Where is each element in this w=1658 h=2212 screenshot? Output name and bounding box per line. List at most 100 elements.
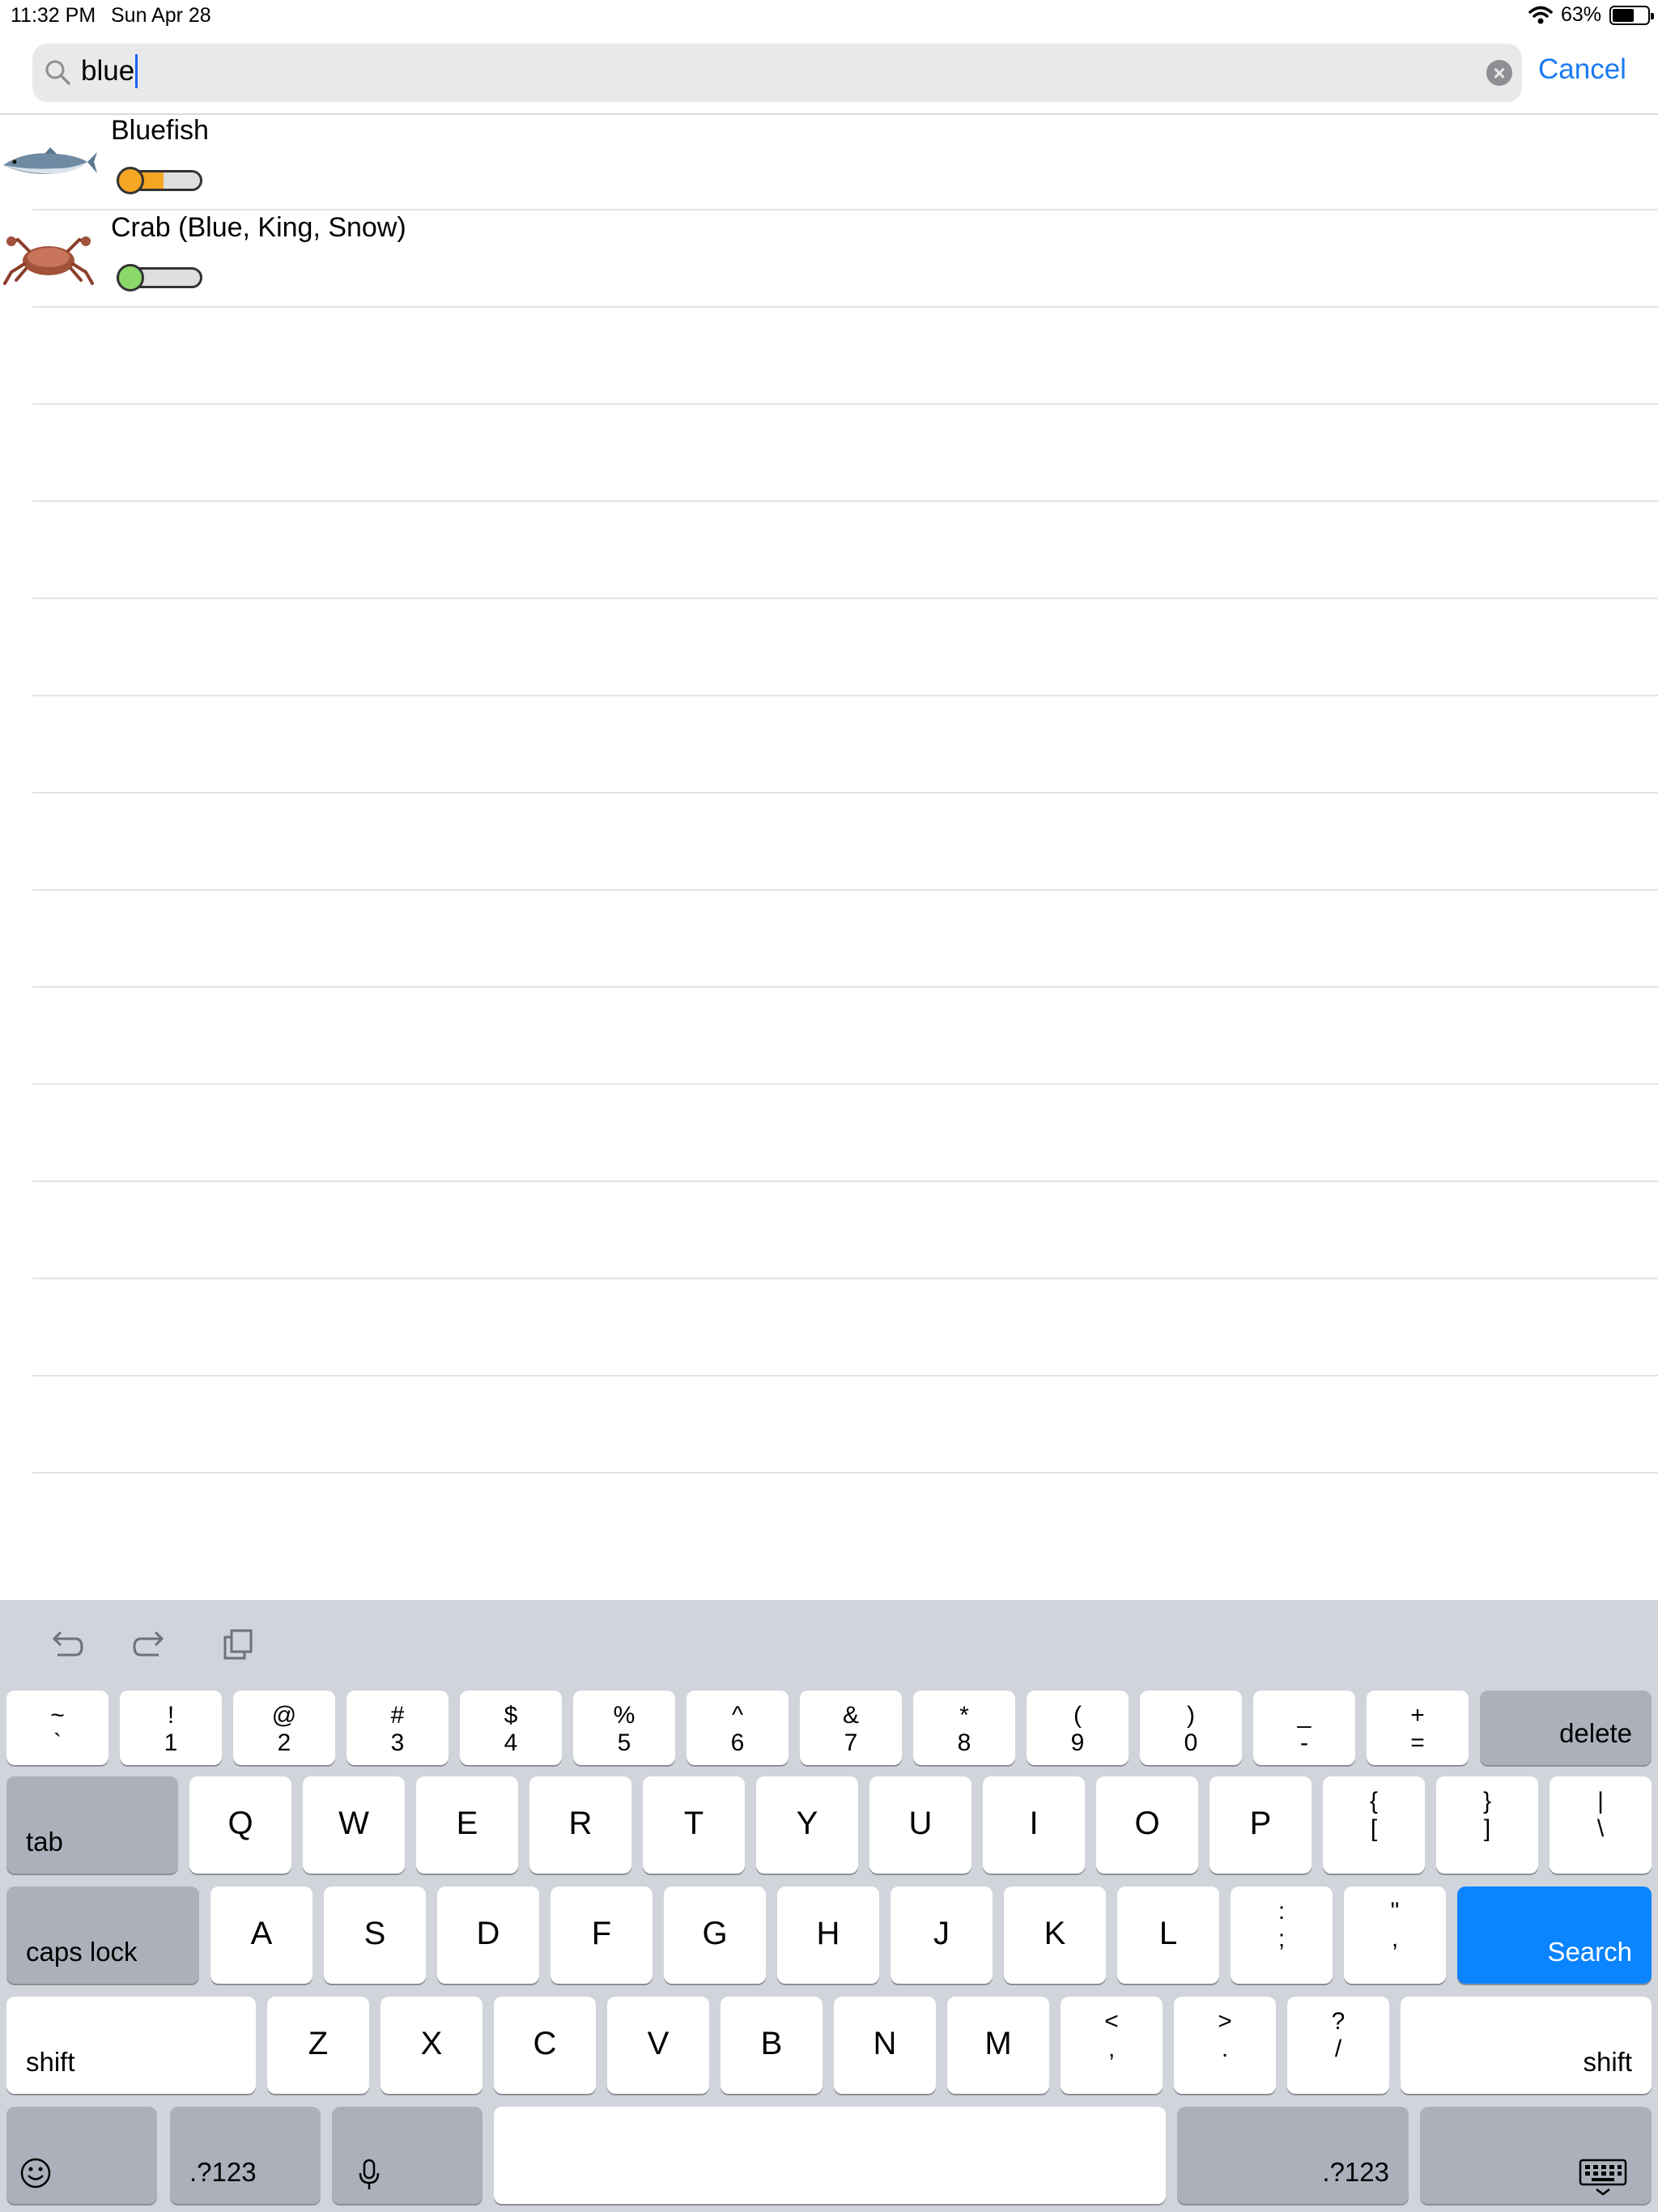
caps-lock-key[interactable]: caps lock bbox=[6, 1887, 199, 1984]
key-v[interactable]: V bbox=[607, 1997, 709, 2094]
key-5[interactable]: % 5 bbox=[573, 1691, 675, 1765]
row-divider bbox=[32, 1375, 1658, 1376]
search-query: blue bbox=[81, 55, 135, 87]
key-q[interactable]: Q bbox=[189, 1776, 291, 1874]
search-field[interactable]: blue × bbox=[32, 44, 1522, 102]
key-g[interactable]: G bbox=[664, 1887, 766, 1984]
key-9[interactable]: (9 bbox=[1027, 1691, 1129, 1765]
key-bracket-0[interactable]: {[ bbox=[1323, 1776, 1425, 1874]
search-input[interactable]: blue bbox=[81, 54, 138, 88]
key-label: & bbox=[842, 1702, 859, 1729]
key-l[interactable]: L bbox=[1117, 1887, 1219, 1984]
key-label: ! bbox=[167, 1702, 175, 1729]
key-3[interactable]: #3 bbox=[346, 1691, 449, 1765]
key-k[interactable]: K bbox=[1004, 1887, 1106, 1984]
key-label: T bbox=[683, 1806, 704, 1841]
key-y[interactable]: Y bbox=[756, 1776, 858, 1874]
paste-icon[interactable] bbox=[219, 1624, 259, 1665]
key-label: .?123 bbox=[189, 2157, 257, 2187]
undo-icon[interactable] bbox=[45, 1624, 85, 1665]
key-label: Q bbox=[227, 1806, 253, 1841]
key-symbol-2[interactable]: ? / bbox=[1287, 1997, 1389, 2094]
shift-right-key[interactable]: shift bbox=[1401, 1997, 1652, 2094]
dictation-key[interactable] bbox=[332, 2107, 483, 2204]
search-key[interactable]: Search bbox=[1457, 1887, 1652, 1984]
key-t[interactable]: T bbox=[643, 1776, 745, 1874]
on-screen-keyboard: ~ `! 1 @2 #3 $4% 5 ^ 6 & 7 * 8(9) 0 _ - + = delete tab Q W E R T… bbox=[0, 1600, 1658, 2212]
key-z[interactable]: Z bbox=[267, 1997, 369, 2094]
key-p[interactable]: P bbox=[1209, 1776, 1312, 1874]
key-label: " bbox=[1390, 1898, 1400, 1925]
key-i[interactable]: I bbox=[983, 1776, 1085, 1874]
key-m[interactable]: M bbox=[947, 1997, 1049, 2094]
key-`[interactable]: ~ ` bbox=[6, 1691, 108, 1765]
key-label: [ bbox=[1370, 1815, 1378, 1842]
key-punct-0[interactable]: :; bbox=[1231, 1887, 1333, 1984]
key-label: > bbox=[1218, 2008, 1232, 2035]
shift-left-key[interactable]: shift bbox=[6, 1997, 256, 2094]
key--[interactable]: _ - bbox=[1253, 1691, 1355, 1765]
key-label: delete bbox=[1559, 1718, 1632, 1748]
redo-icon[interactable] bbox=[131, 1624, 172, 1665]
key-n[interactable]: N bbox=[834, 1997, 936, 2094]
key-h[interactable]: H bbox=[777, 1887, 879, 1984]
key-label: V bbox=[647, 2026, 670, 2061]
tab-key[interactable]: tab bbox=[6, 1776, 178, 1874]
clear-search-icon[interactable]: × bbox=[1486, 60, 1512, 86]
key-u[interactable]: U bbox=[869, 1776, 971, 1874]
battery-tip bbox=[1651, 12, 1654, 19]
key-bracket-2[interactable]: | \ bbox=[1550, 1776, 1652, 1874]
key-label: * bbox=[959, 1702, 969, 1729]
emoji-key[interactable] bbox=[6, 2107, 157, 2204]
key-label: R bbox=[568, 1806, 593, 1841]
key-s[interactable]: S bbox=[324, 1887, 426, 1984]
list-item[interactable]: Bluefish bbox=[0, 113, 1658, 211]
key-=[interactable]: + = bbox=[1367, 1691, 1469, 1765]
key-label: L bbox=[1158, 1916, 1178, 1951]
key-8[interactable]: * 8 bbox=[913, 1691, 1015, 1765]
key-label: , bbox=[1391, 1925, 1399, 1952]
key-f[interactable]: F bbox=[551, 1887, 653, 1984]
key-j[interactable]: J bbox=[891, 1887, 993, 1984]
key-r[interactable]: R bbox=[529, 1776, 631, 1874]
numbers-key-right[interactable]: .?123 bbox=[1177, 2107, 1409, 2204]
key-x[interactable]: X bbox=[380, 1997, 483, 2094]
key-label: G bbox=[702, 1916, 728, 1951]
key-symbol-0[interactable]: <, bbox=[1061, 1997, 1163, 2094]
key-label: : bbox=[1278, 1898, 1286, 1925]
key-w[interactable]: W bbox=[303, 1776, 405, 1874]
key-label: C bbox=[533, 2026, 557, 2061]
key-c[interactable]: C bbox=[494, 1997, 596, 2094]
item-title: Bluefish bbox=[111, 115, 209, 146]
key-label: 8 bbox=[957, 1729, 971, 1756]
key-o[interactable]: O bbox=[1096, 1776, 1198, 1874]
list-item[interactable]: Crab (Blue, King, Snow) bbox=[0, 211, 1658, 308]
key-1[interactable]: ! 1 bbox=[120, 1691, 222, 1765]
space-bar[interactable] bbox=[494, 2107, 1166, 2204]
key-label: N bbox=[873, 2026, 897, 2061]
cancel-button[interactable]: Cancel bbox=[1538, 53, 1626, 86]
key-e[interactable]: E bbox=[416, 1776, 518, 1874]
key-6[interactable]: ^ 6 bbox=[687, 1691, 789, 1765]
row-divider bbox=[32, 1180, 1658, 1182]
dismiss-keyboard-key[interactable] bbox=[1420, 2107, 1652, 2204]
key-7[interactable]: & 7 bbox=[800, 1691, 902, 1765]
key-0[interactable]: ) 0 bbox=[1140, 1691, 1242, 1765]
key-label: W bbox=[338, 1806, 369, 1841]
numbers-key-left[interactable]: .?123 bbox=[170, 2107, 321, 2204]
key-d[interactable]: D bbox=[437, 1887, 539, 1984]
key-label: = bbox=[1410, 1729, 1425, 1756]
key-label: ; bbox=[1278, 1925, 1286, 1952]
key-bracket-1[interactable]: }] bbox=[1436, 1776, 1538, 1874]
delete-key[interactable]: delete bbox=[1480, 1691, 1652, 1765]
key-2[interactable]: @2 bbox=[233, 1691, 335, 1765]
key-label: . bbox=[1221, 2035, 1229, 2062]
key-a[interactable]: A bbox=[210, 1887, 312, 1984]
key-label: , bbox=[1107, 2035, 1116, 2062]
key-symbol-1[interactable]: >. bbox=[1174, 1997, 1276, 2094]
key-4[interactable]: $4 bbox=[460, 1691, 562, 1765]
key-b[interactable]: B bbox=[721, 1997, 823, 2094]
key-label: ` bbox=[53, 1729, 62, 1756]
row-divider bbox=[32, 1472, 1658, 1474]
key-punct-1[interactable]: ", bbox=[1344, 1887, 1446, 1984]
